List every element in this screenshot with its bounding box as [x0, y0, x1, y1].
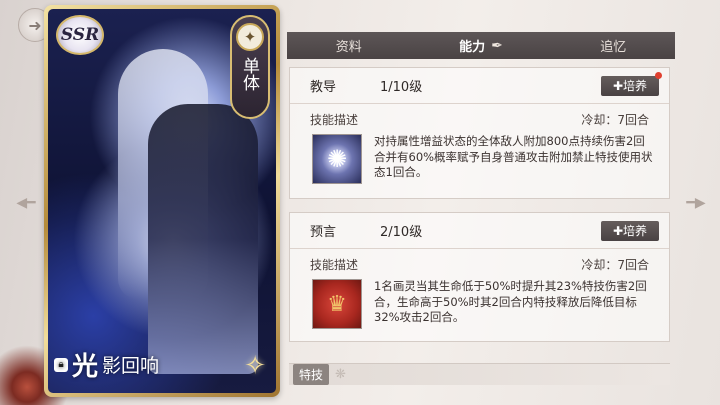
character-card[interactable]: SSR ✦ 单体 🔒︎ 光 影回响 ✧ — [44, 5, 280, 397]
card-name-first: 光 — [72, 352, 99, 382]
previous-card-button[interactable]: ◀︎━ — [13, 192, 39, 214]
skill-card: 预言 2/10级 ✚ 培养 技能描述 冷却：7回合 ♛ 1名画灵当其生命低于50%… — [289, 212, 670, 342]
skill-description: 对持属性增益状态的全体敌人附加800点持续伤害2回合并有60%概率赋予自身普通攻… — [374, 134, 653, 179]
plus-icon: ✚ — [612, 78, 624, 93]
skill-description: 1名画灵当其生命低于50%时提升其23%特技伤害2回合，生命高于50%时其2回合… — [374, 279, 647, 324]
skills-panel: 教导 1/10级 ✚ 培养 技能描述 冷却：7回合 ✺ 对持属性增益状态的全体敌人… — [289, 67, 670, 397]
skill-level: 2/10级 — [380, 225, 423, 240]
type-label: 单体 — [239, 57, 259, 91]
train-button[interactable]: ✚ 培养 — [601, 220, 659, 241]
skill-header: 预言 2/10级 ✚ 培养 — [290, 213, 669, 249]
card-name-rest: 影回响 — [102, 355, 160, 377]
skill-desc-body: ✺ 对持属性增益状态的全体敌人附加800点持续伤害2回合并有60%概率赋予自身普… — [290, 128, 669, 184]
back-arrow-icon: ➜ — [28, 15, 42, 35]
sparkle-icon: ✧ — [244, 351, 266, 381]
tab-abilities[interactable]: 能力 ✒︎ — [445, 32, 517, 59]
skill-card: 教导 1/10级 ✚ 培养 技能描述 冷却：7回合 ✺ 对持属性增益状态的全体敌人… — [289, 67, 670, 199]
card-name: 🔒︎ 光 影回响 — [54, 346, 159, 383]
skill-swirl-icon[interactable]: ✺ — [312, 134, 362, 184]
skill-desc-body: ♛ 1名画灵当其生命低于50%时提升其23%特技伤害2回合，生命高于50%时其2… — [290, 273, 669, 329]
tab-memories[interactable]: 追忆 — [586, 32, 640, 59]
crossed-swords-icon: ✦ — [236, 23, 264, 51]
skill-level: 1/10级 — [380, 80, 423, 95]
skill-desc-label: 技能描述 — [310, 258, 359, 272]
plus-icon: ✚ — [612, 223, 624, 238]
notification-dot — [655, 71, 662, 79]
tab-bar: 资料 能力 ✒︎ 追忆 — [287, 32, 675, 59]
trait-label: 特技 — [293, 364, 330, 385]
skill-cooldown: 冷却：7回合 — [581, 113, 649, 127]
trait-bar[interactable]: 特技 ❋ — [289, 363, 670, 385]
type-badge: ✦ 单体 — [230, 15, 270, 119]
train-button[interactable]: ✚ 培养 — [601, 71, 662, 96]
character-robe — [148, 104, 258, 374]
skill-name: 预言 — [310, 225, 337, 240]
skill-name: 教导 — [310, 80, 337, 95]
skill-desc-label: 技能描述 — [310, 113, 359, 127]
skill-desc-row: 技能描述 冷却：7回合 — [290, 249, 669, 273]
rarity-badge: SSR — [56, 15, 104, 55]
left-arrow-icon: ◀︎━ — [16, 195, 36, 211]
skill-desc-row: 技能描述 冷却：7回合 — [290, 104, 669, 128]
skill-crown-icon[interactable]: ♛ — [312, 279, 362, 329]
character-art: SSR ✦ 单体 🔒︎ 光 影回响 ✧ — [48, 9, 276, 393]
tab-profile[interactable]: 资料 — [322, 32, 376, 59]
quill-icon: ✒︎ — [491, 37, 503, 54]
next-card-button[interactable]: ━▶︎ — [683, 192, 709, 214]
right-arrow-icon: ━▶︎ — [686, 195, 706, 211]
trait-emblem-icon: ❋ — [335, 367, 346, 382]
skill-header: 教导 1/10级 ✚ 培养 — [290, 68, 669, 104]
skill-cooldown: 冷却：7回合 — [581, 258, 649, 272]
lock-icon[interactable]: 🔒︎ — [54, 357, 68, 372]
